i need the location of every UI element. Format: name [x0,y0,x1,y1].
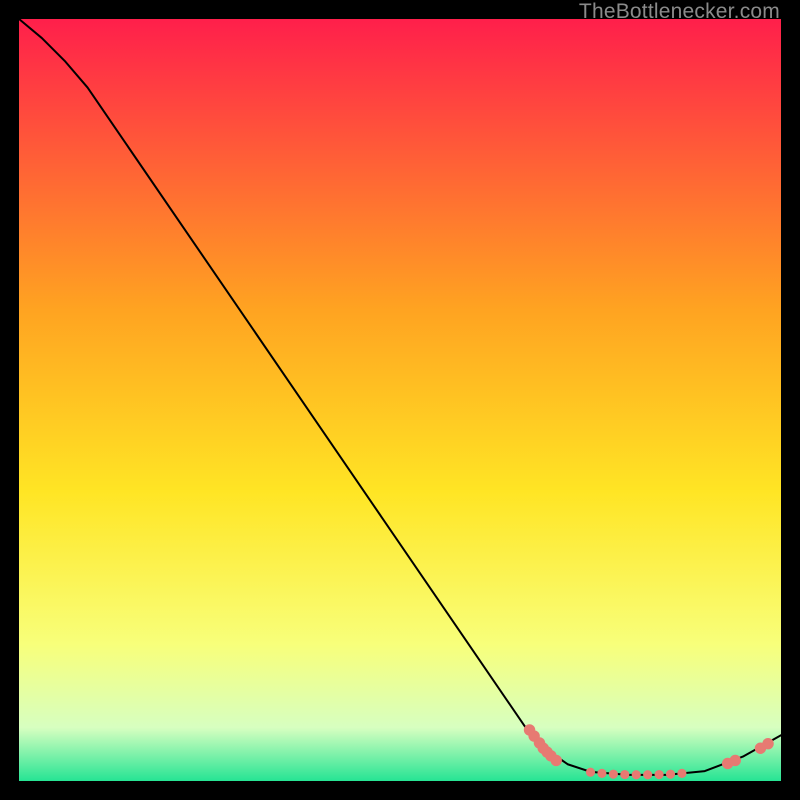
chart-marker [762,738,773,749]
chart-plot-area [19,19,781,781]
watermark-text: TheBottlenecker.com [579,0,780,24]
chart-marker [620,770,629,779]
chart-marker [609,770,618,779]
chart-marker [666,770,675,779]
chart-background [19,19,781,781]
chart-marker [655,770,664,779]
chart-marker [677,769,686,778]
chart-marker [643,770,652,779]
chart-marker [730,755,741,766]
chart-marker [632,770,641,779]
chart-svg [19,19,781,781]
chart-marker [551,755,562,766]
chart-marker [597,769,606,778]
chart-marker [586,768,595,777]
